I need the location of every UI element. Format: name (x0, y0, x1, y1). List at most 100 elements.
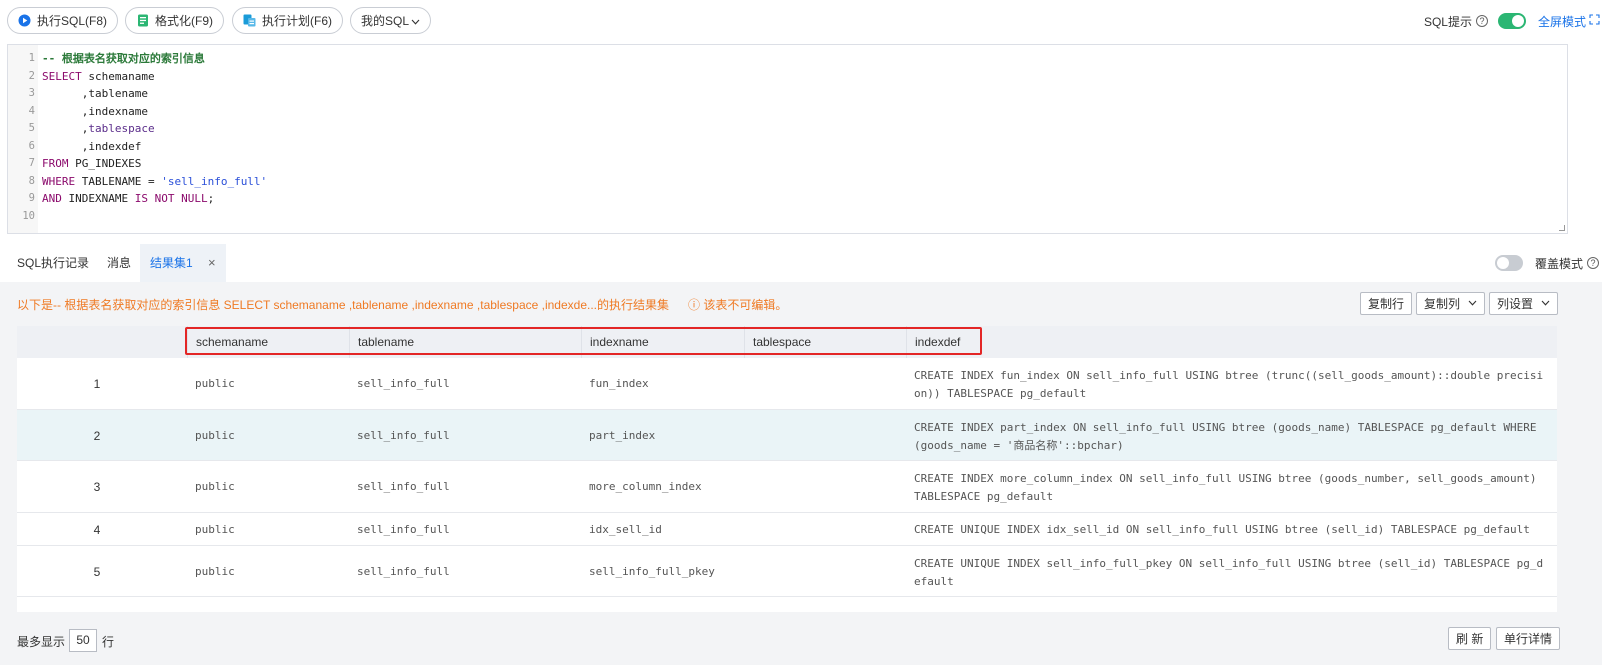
table-row[interactable]: 1 public sell_info_full fun_index CREATE IND… (17, 358, 1557, 410)
code-text: ,indexdef (42, 138, 142, 156)
code-text: ,tablename (42, 85, 148, 103)
code-token: SELECT (42, 69, 82, 83)
copy-row-button[interactable]: 复制行 (1360, 292, 1413, 315)
table-row[interactable]: 4 public sell_info_full idx_sell_id CREATE U… (17, 513, 1557, 546)
explain-plan-label: 执行计划(F6) (262, 14, 332, 28)
tab-sql-history[interactable]: SQL执行记录 (17, 244, 89, 282)
cell-indexname[interactable]: fun_index (589, 377, 649, 390)
line-number: 7 (28, 157, 35, 169)
cell-indexdef[interactable]: CREATE UNIQUE INDEX sell_info_full_pkey … (914, 555, 1543, 591)
readonly-note: ⓘ 该表不可编辑。 (688, 298, 788, 312)
chevron-down-icon (411, 14, 420, 28)
code-line[interactable]: 7 FROM PG_INDEXES (8, 155, 1567, 173)
cell-tablename[interactable]: sell_info_full (357, 565, 450, 578)
cell-indexdef[interactable]: CREATE UNIQUE INDEX idx_sell_id ON sell_… (914, 521, 1534, 539)
toolbar: 执行SQL(F8) 格式化(F9) 执行计划(F6) 我的SQL SQL提示 ?… (0, 0, 1602, 42)
cell-schemaname[interactable]: public (195, 377, 235, 390)
table-row[interactable]: 5 public sell_info_full sell_info_full_pkey… (17, 546, 1557, 597)
cell-tablename[interactable]: sell_info_full (357, 523, 450, 536)
cell-schemaname[interactable]: public (195, 523, 235, 536)
play-icon (18, 14, 31, 27)
row-number: 5 (93, 565, 101, 579)
cell-indexdef[interactable]: CREATE INDEX fun_index ON sell_info_full… (914, 367, 1543, 403)
cell-schemaname[interactable]: public (195, 565, 235, 578)
line-number: 2 (28, 69, 35, 82)
fullscreen-link[interactable]: 全屏模式 (1538, 13, 1586, 30)
help-icon[interactable]: ? (1587, 257, 1599, 269)
explain-plan-button[interactable]: 执行计划(F6) (232, 7, 343, 34)
refresh-button[interactable]: 刷 新 (1448, 627, 1492, 650)
cell-schemaname[interactable]: public (195, 429, 235, 442)
code-token: tablespace (88, 122, 155, 135)
column-header-indexdef[interactable]: indexdef (906, 326, 1557, 358)
format-button[interactable]: 格式化(F9) (125, 7, 224, 34)
line-number: 9 (28, 192, 35, 204)
code-text: ,tablespace (42, 120, 155, 138)
cell-tablename[interactable]: sell_info_full (357, 480, 450, 493)
result-tabs: SQL执行记录 消息 结果集1 × 覆盖模式 ? (0, 244, 1602, 282)
format-label: 格式化(F9) (155, 14, 213, 28)
cell-indexdef[interactable]: CREATE INDEX more_column_index ON sell_i… (914, 470, 1537, 506)
format-icon (136, 14, 149, 27)
code-line[interactable]: 2 SELECT schemaname (8, 68, 1567, 86)
code-line[interactable]: 8 WHERE TABLENAME = 'sell_info_full' (8, 173, 1567, 191)
run-sql-button[interactable]: 执行SQL(F8) (7, 7, 119, 34)
row-detail-button[interactable]: 单行详情 (1496, 627, 1561, 650)
cover-mode-toggle[interactable] (1494, 255, 1523, 271)
tab-messages[interactable]: 消息 (107, 244, 131, 282)
sql-editor[interactable]: 1 -- 根据表名获取对应的索引信息 2 SELECT schemaname 3 ,ta… (7, 44, 1568, 234)
max-rows-unit: 行 (102, 635, 115, 649)
cell-indexname[interactable]: idx_sell_id (589, 523, 662, 536)
code-token: WHERE (42, 174, 76, 188)
code-token: INDEXNAME (61, 192, 135, 205)
code-token: IS NOT NULL (134, 192, 208, 205)
column-settings-dropdown[interactable]: 列设置 (1489, 292, 1559, 315)
cell-indexname[interactable]: more_column_index (589, 480, 702, 493)
copy-column-label: 复制列 (1424, 297, 1461, 311)
code-line[interactable]: 6 ,indexdef (8, 138, 1567, 156)
result-panel: 以下是-- 根据表名获取对应的索引信息 SELECT schemaname ,t… (0, 282, 1602, 665)
code-line[interactable]: 1 -- 根据表名获取对应的索引信息 (8, 50, 1567, 68)
sql-hint-toggle[interactable] (1497, 13, 1526, 29)
table-row[interactable]: 3 public sell_info_full more_column_index CR… (17, 461, 1557, 513)
code-text: WHERE TABLENAME = 'sell_info_full' (42, 173, 267, 191)
plan-icon (243, 14, 256, 27)
cover-mode-label: 覆盖模式 (1534, 256, 1583, 271)
tab-result-set-1[interactable]: 结果集1 × (140, 244, 226, 282)
code-line[interactable]: 5 ,tablespace (8, 120, 1567, 138)
highlight-box (185, 327, 982, 355)
sql-hint-label: SQL提示 (1423, 14, 1472, 29)
row-detail-label: 单行详情 (1504, 632, 1553, 646)
code-text: ,indexname (42, 103, 148, 121)
cell-indexname[interactable]: part_index (589, 429, 655, 442)
code-line[interactable]: 4 ,indexname (8, 103, 1567, 121)
row-number: 1 (93, 377, 101, 391)
copy-row-label: 复制行 (1368, 297, 1405, 311)
tab-result-set-1-label: 结果集1 (150, 256, 193, 270)
cell-schemaname[interactable]: public (195, 480, 235, 493)
help-icon[interactable]: ? (1475, 15, 1488, 27)
code-line[interactable]: 9 AND INDEXNAME IS NOT NULL; (8, 190, 1567, 208)
code-token: ,indexname (42, 104, 148, 118)
result-footer: 最多显示 50 行 刷 新 单行详情 (0, 619, 1602, 665)
line-number: 6 (28, 139, 35, 152)
cell-tablename[interactable]: sell_info_full (357, 429, 450, 442)
code-text: AND INDEXNAME IS NOT NULL; (42, 190, 214, 208)
code-line[interactable]: 3 ,tablename (8, 85, 1567, 103)
expand-icon[interactable] (1589, 14, 1600, 28)
max-rows-input[interactable]: 50 (69, 629, 97, 652)
cell-tablename[interactable]: sell_info_full (357, 377, 450, 390)
my-sql-label: 我的SQL (361, 14, 410, 28)
cell-indexname[interactable]: sell_info_full_pkey (589, 565, 715, 578)
line-number: 5 (28, 122, 35, 134)
code-line[interactable]: 10 (8, 208, 1567, 226)
result-info-text: 以下是-- 根据表名获取对应的索引信息 SELECT schemaname ,t… (17, 298, 669, 312)
copy-column-dropdown[interactable]: 复制列 (1416, 292, 1486, 315)
code-token: PG_INDEXES (68, 157, 142, 170)
cell-indexdef[interactable]: CREATE INDEX part_index ON sell_info_ful… (914, 419, 1537, 455)
table-row[interactable]: 2 public sell_info_full part_index CREATE IN… (17, 410, 1557, 461)
run-sql-label: 执行SQL(F8) (37, 14, 108, 28)
close-icon[interactable]: × (208, 255, 216, 270)
resize-handle[interactable] (1559, 225, 1565, 231)
my-sql-dropdown[interactable]: 我的SQL (350, 7, 432, 34)
